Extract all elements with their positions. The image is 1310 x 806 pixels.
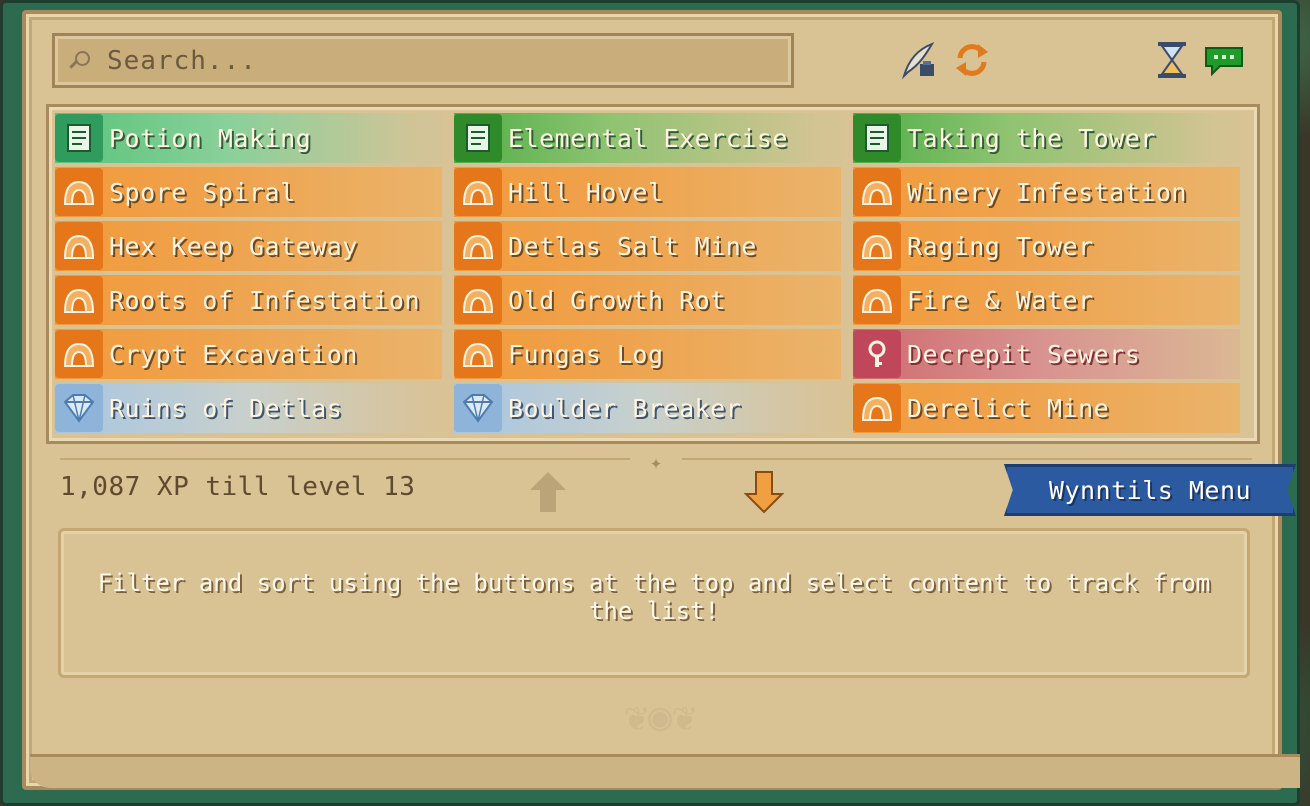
content-item-label: Decrepit Sewers bbox=[907, 339, 1141, 369]
cave-icon bbox=[55, 222, 103, 270]
gem-icon bbox=[55, 384, 103, 432]
page-up-arrow-icon[interactable] bbox=[526, 468, 570, 516]
cave-icon bbox=[853, 384, 901, 432]
xp-progress-text: 1,087 XP till level 13 bbox=[60, 472, 416, 502]
content-item-label: Potion Making bbox=[109, 123, 312, 153]
content-item-label: Crypt Excavation bbox=[109, 339, 358, 369]
quest-scroll-icon bbox=[454, 114, 502, 162]
bottom-ornament-icon: ❦◉❦ bbox=[623, 694, 697, 740]
page-down-arrow-icon[interactable] bbox=[742, 468, 786, 516]
wynntils-menu-label: Wynntils Menu bbox=[1048, 475, 1252, 505]
search-bar[interactable] bbox=[52, 33, 794, 88]
content-item-label: Ruins of Detlas bbox=[109, 393, 343, 423]
content-item[interactable]: Boulder Breaker bbox=[454, 383, 841, 433]
content-item[interactable]: Decrepit Sewers bbox=[853, 329, 1240, 379]
content-item[interactable]: Derelict Mine bbox=[853, 383, 1240, 433]
cave-icon bbox=[853, 168, 901, 216]
cave-icon bbox=[55, 168, 103, 216]
content-item[interactable]: Crypt Excavation bbox=[55, 329, 442, 379]
content-item-label: Derelict Mine bbox=[907, 393, 1110, 423]
hourglass-icon[interactable] bbox=[1150, 38, 1194, 82]
content-item-label: Old Growth Rot bbox=[508, 285, 726, 315]
content-item-label: Elemental Exercise bbox=[508, 123, 788, 153]
content-item-label: Fungas Log bbox=[508, 339, 664, 369]
quest-scroll-icon bbox=[853, 114, 901, 162]
content-item[interactable]: Fire & Water bbox=[853, 275, 1240, 325]
divider bbox=[682, 458, 1252, 460]
divider-ornament-icon: ✦ bbox=[649, 450, 663, 474]
content-item-label: Roots of Infestation bbox=[109, 285, 421, 315]
page-bottom-curl bbox=[30, 754, 1300, 788]
info-text: Filter and sort using the buttons at the… bbox=[97, 569, 1211, 625]
cave-icon bbox=[853, 276, 901, 324]
cave-icon bbox=[55, 276, 103, 324]
content-item-label: Hex Keep Gateway bbox=[109, 231, 358, 261]
content-item-label: Fire & Water bbox=[907, 285, 1094, 315]
content-item[interactable]: Spore Spiral bbox=[55, 167, 442, 217]
wynntils-menu-button[interactable]: Wynntils Menu bbox=[1004, 464, 1296, 516]
search-input[interactable] bbox=[107, 45, 747, 76]
content-item[interactable]: Raging Tower bbox=[853, 221, 1240, 271]
quill-ink-icon[interactable] bbox=[896, 38, 940, 82]
content-item[interactable]: Roots of Infestation bbox=[55, 275, 442, 325]
cave-icon bbox=[454, 168, 502, 216]
content-list: Potion Making Elemental Exercise Taking th… bbox=[46, 104, 1260, 444]
content-item[interactable]: Winery Infestation bbox=[853, 167, 1240, 217]
content-item[interactable]: Hex Keep Gateway bbox=[55, 221, 442, 271]
content-item[interactable]: Fungas Log bbox=[454, 329, 841, 379]
info-panel: Filter and sort using the buttons at the… bbox=[58, 528, 1250, 678]
quest-scroll-icon bbox=[55, 114, 103, 162]
cave-icon bbox=[454, 330, 502, 378]
content-item-label: Spore Spiral bbox=[109, 177, 296, 207]
content-item-label: Hill Hovel bbox=[508, 177, 664, 207]
cave-icon bbox=[454, 276, 502, 324]
cave-icon bbox=[55, 330, 103, 378]
cave-icon bbox=[853, 222, 901, 270]
content-item[interactable]: Elemental Exercise bbox=[454, 113, 841, 163]
content-item[interactable]: Ruins of Detlas bbox=[55, 383, 442, 433]
chat-bubble-icon[interactable] bbox=[1202, 38, 1246, 82]
search-icon bbox=[67, 50, 90, 72]
content-item-label: Winery Infestation bbox=[907, 177, 1187, 207]
content-item[interactable]: Taking the Tower bbox=[853, 113, 1240, 163]
content-item[interactable]: Hill Hovel bbox=[454, 167, 841, 217]
content-item-label: Boulder Breaker bbox=[508, 393, 742, 423]
content-item-label: Raging Tower bbox=[907, 231, 1094, 261]
content-item[interactable]: Old Growth Rot bbox=[454, 275, 841, 325]
gem-icon bbox=[454, 384, 502, 432]
content-item-label: Detlas Salt Mine bbox=[508, 231, 757, 261]
content-item[interactable]: Detlas Salt Mine bbox=[454, 221, 841, 271]
divider bbox=[60, 458, 630, 460]
content-item[interactable]: Potion Making bbox=[55, 113, 442, 163]
content-item-label: Taking the Tower bbox=[907, 123, 1156, 153]
dungeon-key-icon bbox=[853, 330, 901, 378]
refresh-icon[interactable] bbox=[950, 38, 994, 82]
cave-icon bbox=[454, 222, 502, 270]
